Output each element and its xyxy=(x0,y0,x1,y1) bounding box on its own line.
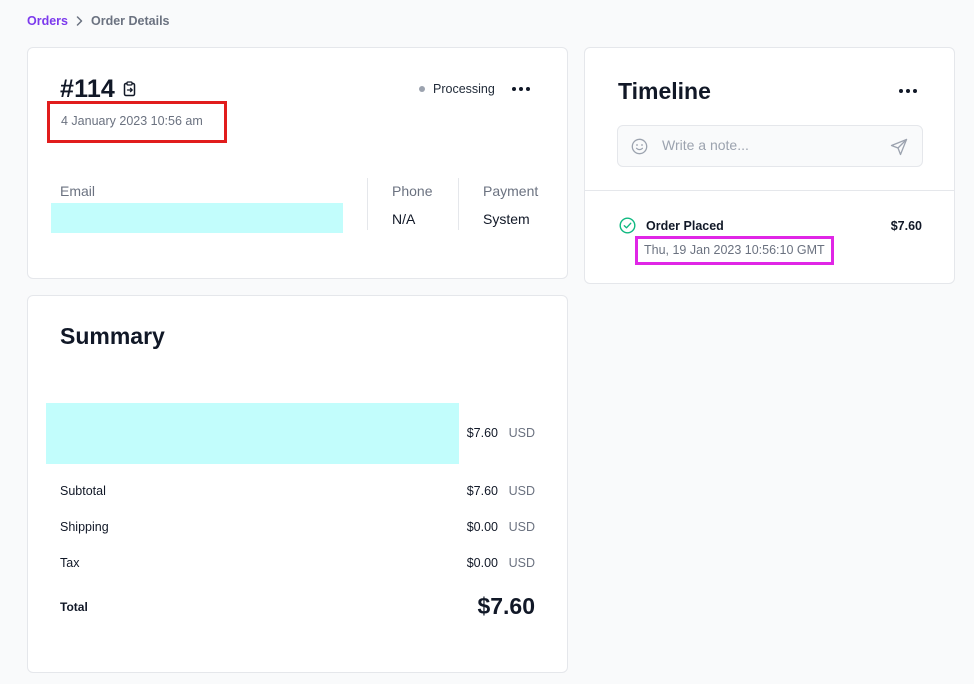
status-dot-icon xyxy=(419,86,425,92)
payment-value: System xyxy=(483,211,530,227)
payment-label: Payment xyxy=(483,183,539,199)
subtotal-amount: $7.60 xyxy=(466,484,498,498)
summary-title: Summary xyxy=(60,323,165,349)
status-badge: Processing xyxy=(419,82,495,96)
shipping-amount: $0.00 xyxy=(466,520,498,534)
send-icon[interactable] xyxy=(890,138,908,161)
order-card: #114 4 January 2023 10:56 am Processing … xyxy=(27,47,568,279)
breadcrumb-current: Order Details xyxy=(91,14,170,28)
timeline-event-title: Order Placed xyxy=(646,219,724,233)
timeline-card: Timeline Write a note... Order Placed $7… xyxy=(584,47,955,284)
note-input[interactable] xyxy=(662,137,872,153)
timeline-event-amount: $7.60 xyxy=(890,219,922,233)
note-composer xyxy=(617,125,923,167)
line-item-redacted xyxy=(46,403,459,464)
timeline-more-button[interactable] xyxy=(899,89,917,93)
subtotal-label: Subtotal xyxy=(60,484,106,498)
tax-amount: $0.00 xyxy=(466,556,498,570)
emoji-smile-icon[interactable] xyxy=(631,138,648,160)
order-number: #114 xyxy=(60,75,116,103)
subtotal-currency: USD xyxy=(508,484,535,498)
check-circle-icon xyxy=(619,217,636,239)
total-label: Total xyxy=(60,600,88,614)
phone-value: N/A xyxy=(392,211,416,227)
email-value-redacted xyxy=(51,203,343,233)
more-dot-icon xyxy=(519,87,523,91)
shipping-label: Shipping xyxy=(60,520,109,534)
clipboard-copy-icon[interactable] xyxy=(123,81,137,97)
order-details-page: Orders Order Details #114 4 January 2023… xyxy=(0,0,974,684)
more-dot-icon xyxy=(899,89,903,93)
summary-card: Summary $7.60 USD Subtotal $7.60 USD Shi… xyxy=(27,295,568,673)
tax-label: Tax xyxy=(60,556,80,570)
shipping-currency: USD xyxy=(508,520,535,534)
breadcrumb: Orders Order Details xyxy=(27,14,170,28)
line-item-currency: USD xyxy=(508,426,535,440)
more-dot-icon xyxy=(512,87,516,91)
timeline-divider xyxy=(585,190,954,191)
timeline-title: Timeline xyxy=(618,78,711,104)
more-dot-icon xyxy=(526,87,530,91)
highlight-box-magenta xyxy=(635,236,834,265)
more-dot-icon xyxy=(913,89,917,93)
info-divider xyxy=(458,178,459,230)
highlight-box-red xyxy=(47,101,227,143)
more-dot-icon xyxy=(906,89,910,93)
phone-label: Phone xyxy=(392,183,433,199)
tax-currency: USD xyxy=(508,556,535,570)
email-label: Email xyxy=(60,183,96,199)
breadcrumb-orders-link[interactable]: Orders xyxy=(27,14,68,28)
status-label: Processing xyxy=(433,82,495,96)
line-item-amount: $7.60 xyxy=(466,426,498,440)
info-divider xyxy=(367,178,368,230)
total-amount: $7.60 xyxy=(477,593,535,619)
chevron-right-icon xyxy=(75,16,84,26)
order-more-button[interactable] xyxy=(512,87,530,91)
